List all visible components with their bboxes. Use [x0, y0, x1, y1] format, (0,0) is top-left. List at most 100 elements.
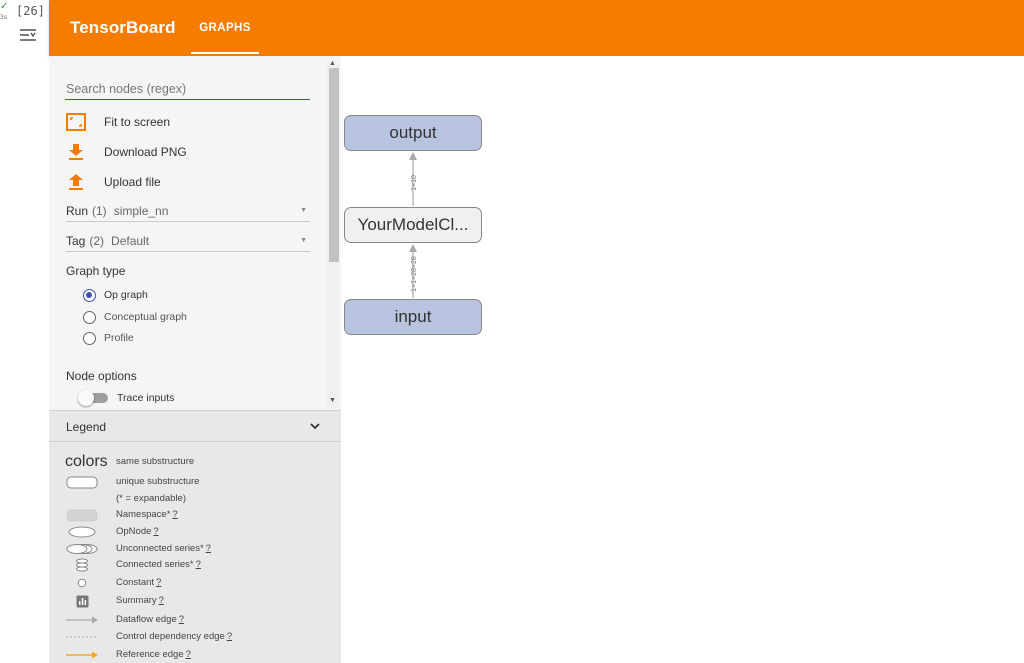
legend-text: same substructure — [116, 456, 195, 467]
radio-profile-label: Profile — [104, 332, 134, 344]
rounded-rect-icon — [65, 475, 99, 489]
run-count: (1) — [92, 203, 107, 218]
help-link[interactable]: ? — [179, 614, 184, 625]
help-link[interactable]: ? — [206, 543, 211, 554]
legend-item-colors: colors same substructure — [49, 453, 341, 470]
unconnected-series-icon — [65, 542, 99, 556]
help-link[interactable]: ? — [186, 649, 191, 660]
edge-label-input-model: 1×1×28×28 — [411, 256, 418, 292]
execution-time: 3s — [0, 14, 8, 21]
download-icon — [66, 142, 86, 162]
radio-profile[interactable]: Profile — [83, 330, 134, 346]
summary-icon — [65, 594, 99, 608]
edge-arrowhead — [409, 152, 417, 160]
connected-series-icon — [65, 558, 99, 572]
download-png-button[interactable]: Download PNG — [66, 141, 187, 163]
legend-title: Legend — [66, 420, 107, 434]
node-model-label: YourModelCl... — [357, 215, 469, 234]
dropdown-arrow-icon: ▼ — [300, 207, 307, 214]
sidebar-scrollbar-thumb[interactable] — [329, 68, 339, 262]
graph-type-title: Graph type — [66, 264, 126, 278]
execution-success-icon: ✓ — [0, 1, 9, 12]
opnode-icon — [65, 525, 99, 539]
fit-screen-icon — [66, 112, 86, 132]
scroll-up-arrow-icon[interactable]: ▲ — [329, 60, 336, 67]
run-selector[interactable]: Run (1) simple_nn ▼ — [66, 200, 310, 222]
legend-text: Unconnected series*? — [116, 543, 211, 554]
tensorboard-header: TensorBoard GRAPHS — [49, 0, 1024, 56]
active-tab-indicator — [191, 52, 259, 54]
trace-inputs-label: Trace inputs — [117, 392, 175, 404]
legend-text: OpNode? — [116, 526, 159, 537]
help-link[interactable]: ? — [172, 509, 177, 520]
radio-conceptual-graph[interactable]: Conceptual graph — [83, 309, 187, 325]
node-your-model-class[interactable]: YourModelCl... — [344, 207, 482, 243]
dataflow-edge-icon — [65, 613, 99, 627]
trace-inputs-toggle[interactable] — [78, 390, 110, 406]
node-options-title: Node options — [66, 369, 137, 383]
legend-text: Namespace*? — [116, 509, 178, 520]
legend-item-unique-substructure: unique substructure — [49, 475, 341, 489]
upload-file-label: Upload file — [104, 175, 161, 189]
radio-button-checked — [83, 288, 96, 302]
help-link[interactable]: ? — [196, 559, 201, 570]
legend-panel: Legend colors same substructure unique s… — [49, 410, 341, 663]
legend-item-connected-series: Connected series*? — [49, 558, 341, 572]
legend-item-dataflow-edge: Dataflow edge? — [49, 613, 341, 627]
tag-selector[interactable]: Tag (2) Default ▼ — [66, 230, 310, 252]
tag-label: Tag — [66, 233, 86, 248]
legend-text: Constant? — [116, 577, 162, 588]
radio-op-graph[interactable]: Op graph — [83, 287, 148, 303]
legend-toggle[interactable]: Legend — [49, 411, 341, 442]
output-options-icon[interactable] — [19, 27, 37, 43]
toggle-knob — [78, 390, 94, 406]
constant-icon — [65, 576, 99, 590]
fit-to-screen-label: Fit to screen — [104, 115, 171, 129]
legend-text: Connected series*? — [116, 559, 201, 570]
search-nodes-input[interactable] — [65, 78, 310, 100]
legend-text: Reference edge? — [116, 649, 191, 660]
app-title: TensorBoard — [70, 18, 176, 37]
notebook-cell-gutter: ✓ 3s [26] — [0, 0, 49, 663]
help-link[interactable]: ? — [159, 595, 164, 606]
legend-item-summary: Summary? — [49, 594, 341, 608]
legend-text: (* = expandable) — [116, 493, 186, 504]
radio-button — [83, 331, 96, 345]
radio-button — [83, 310, 96, 324]
fit-to-screen-button[interactable]: Fit to screen — [66, 111, 170, 133]
help-link[interactable]: ? — [156, 577, 161, 588]
node-output[interactable]: output — [344, 115, 482, 151]
legend-item-expandable-note: (* = expandable) — [49, 492, 341, 506]
node-input[interactable]: input — [344, 299, 482, 335]
legend-item-namespace: Namespace*? — [49, 508, 341, 522]
run-label: Run — [66, 203, 89, 218]
radio-op-graph-label: Op graph — [104, 289, 148, 301]
legend-item-constant: Constant? — [49, 576, 341, 590]
legend-item-opnode: OpNode? — [49, 525, 341, 539]
control-edge-icon — [65, 630, 99, 644]
tab-graphs[interactable]: GRAPHS — [191, 0, 259, 56]
namespace-icon — [65, 508, 99, 522]
help-link[interactable]: ? — [153, 526, 158, 537]
tag-count: (2) — [89, 233, 105, 248]
tag-value: Default — [111, 233, 150, 248]
node-input-label: input — [394, 307, 432, 326]
legend-colors-label: colors — [65, 453, 108, 470]
legend-item-reference-edge: Reference edge? — [49, 648, 341, 662]
legend-item-unconnected-series: Unconnected series*? — [49, 542, 341, 556]
help-link[interactable]: ? — [227, 631, 232, 642]
scroll-down-arrow-icon[interactable]: ▼ — [329, 397, 336, 404]
upload-file-button[interactable]: Upload file — [66, 171, 161, 193]
legend-text: Dataflow edge? — [116, 614, 185, 625]
reference-edge-icon — [65, 648, 99, 662]
dropdown-arrow-icon: ▼ — [300, 237, 307, 244]
legend-text: Control dependency edge? — [116, 631, 233, 642]
graph-canvas[interactable]: 1×10 1×1×28×28 output YourModelCl... inp… — [341, 56, 1024, 663]
node-output-label: output — [389, 123, 437, 142]
cell-execution-count: [26] — [16, 4, 45, 18]
legend-text: Summary? — [116, 595, 164, 606]
legend-text: unique substructure — [116, 476, 200, 487]
edge-label-model-output: 1×10 — [411, 175, 418, 191]
radio-conceptual-graph-label: Conceptual graph — [104, 311, 187, 323]
run-value: simple_nn — [113, 203, 169, 218]
